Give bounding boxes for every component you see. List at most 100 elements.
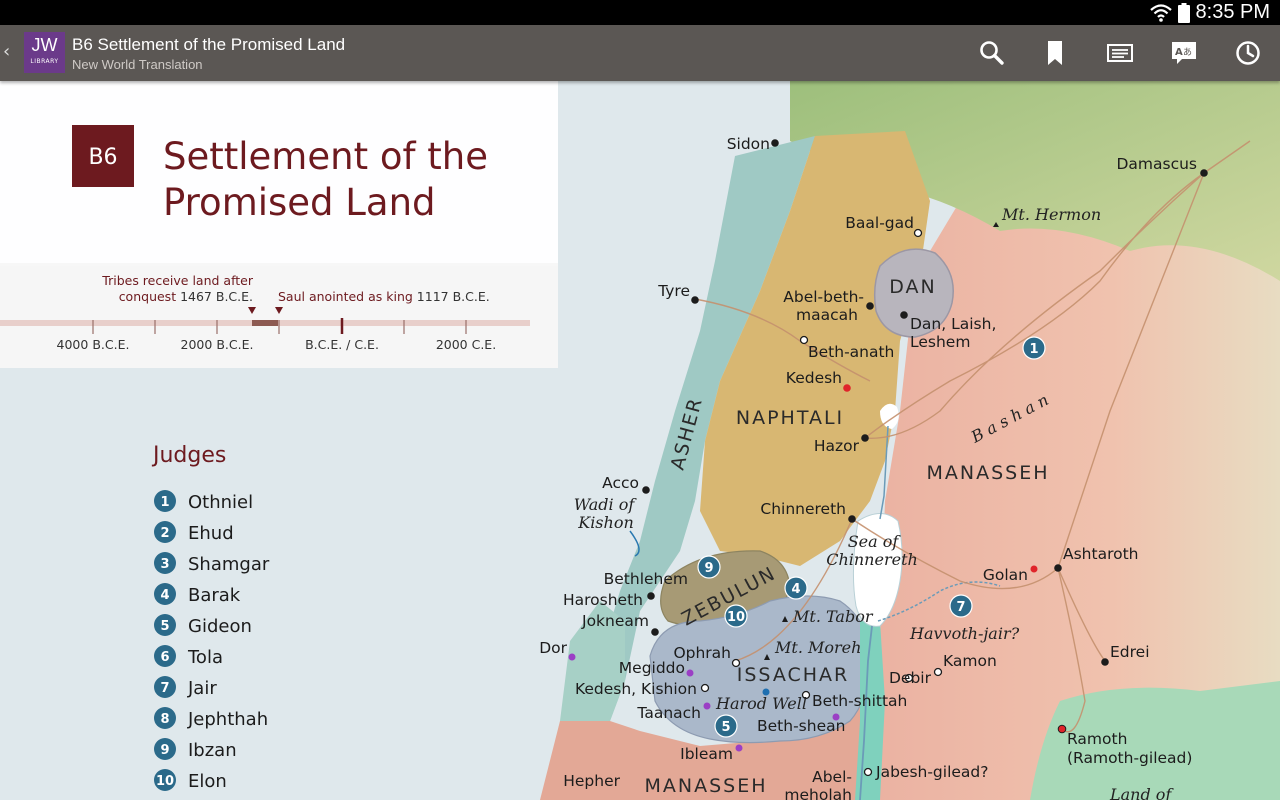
place-beth-shittah: Beth-shittah: [812, 692, 907, 710]
timeline-panel: [0, 263, 558, 368]
timeline-period: [252, 320, 278, 326]
place-edrei: Edrei: [1110, 643, 1150, 661]
judge-name: Othniel: [188, 492, 253, 513]
place-debir: Debir: [889, 669, 932, 687]
search-icon[interactable]: [978, 39, 1006, 67]
place-jokneam: Jokneam: [581, 612, 649, 630]
judge-number: 10: [156, 774, 174, 789]
history-icon[interactable]: [1234, 39, 1262, 67]
place-abel-meholah-1: Abel-: [812, 768, 852, 786]
svg-text:7: 7: [956, 600, 965, 615]
svg-text:あ: あ: [1183, 47, 1192, 58]
judge-name: Ehud: [188, 523, 234, 544]
timeline-event2: Saul anointed as king 1117 B.C.E.: [278, 289, 490, 304]
place-sea-of-chinnereth-2: Chinnereth: [826, 550, 918, 569]
battery-icon: [1177, 2, 1190, 23]
map-title-line1: Settlement of the: [163, 135, 488, 178]
svg-text:A: A: [1175, 47, 1183, 58]
place-abel-meholah-2: meholah: [784, 786, 852, 800]
map-canvas[interactable]: B6 Settlement of the Promised Land Tribe…: [0, 81, 1280, 800]
judge-name: Tola: [187, 647, 223, 668]
judge-number: 1: [160, 495, 169, 510]
judge-name: Gideon: [188, 616, 252, 637]
judge-marker-9[interactable]: 9: [697, 555, 721, 579]
judge-number: 3: [160, 557, 169, 572]
action-bar: ‹ JW LIBRARY B6 Settlement of the Promis…: [0, 25, 1280, 81]
place-beth-anath: Beth-anath: [808, 343, 894, 361]
timeline-event1-line2: conquest 1467 B.C.E.: [119, 289, 253, 304]
judge-row: 4 Barak: [154, 583, 241, 606]
place-ramoth-1: Ramoth: [1067, 730, 1127, 748]
judge-row: 5 Gideon: [154, 614, 252, 637]
timeline-year-1: 4000 B.C.E.: [57, 337, 130, 352]
timeline-year-2: 2000 B.C.E.: [181, 337, 254, 352]
judge-name: Jephthah: [187, 709, 268, 730]
place-abel-beth-maacah-1: Abel-beth-: [783, 288, 864, 306]
place-mt-moreh: Mt. Moreh: [774, 638, 861, 657]
tribe-manasseh-east: MANASSEH: [926, 462, 1049, 484]
tribe-issachar: ISSACHAR: [737, 664, 850, 686]
place-hepher: Hepher: [563, 772, 620, 790]
judge-name: Ibzan: [188, 740, 237, 761]
svg-text:10: 10: [727, 610, 745, 625]
place-sidon: Sidon: [727, 135, 770, 153]
judge-marker-4[interactable]: 4: [784, 576, 808, 600]
display-icon[interactable]: [1106, 39, 1134, 67]
tribe-dan: DAN: [889, 276, 937, 298]
judge-row: 3 Shamgar: [154, 552, 270, 575]
place-golan: Golan: [983, 566, 1028, 584]
judge-marker-5[interactable]: 5: [714, 714, 738, 738]
place-damascus: Damascus: [1116, 155, 1197, 173]
judge-number: 5: [160, 619, 169, 634]
place-wadi-kishon-1: Wadi of: [574, 495, 638, 514]
place-chinnereth: Chinnereth: [760, 500, 846, 518]
place-dan-laish-1: Dan, Laish,: [910, 315, 996, 333]
bookmark-icon[interactable]: [1041, 39, 1069, 67]
place-havvoth-jair: Havvoth-jair?: [909, 624, 1020, 643]
timeline-year-3: B.C.E. / C.E.: [305, 337, 379, 352]
judges-heading: Judges: [151, 443, 226, 468]
place-land-of: Land of: [1109, 785, 1174, 800]
judge-row: 9 Ibzan: [154, 738, 237, 761]
judge-row: 1 Othniel: [154, 490, 253, 513]
logo-text: JW: [31, 35, 58, 55]
place-tyre: Tyre: [657, 282, 690, 300]
place-ramoth-2: (Ramoth-gilead): [1067, 749, 1192, 767]
judge-marker-7[interactable]: 7: [949, 594, 973, 618]
place-acco: Acco: [602, 474, 639, 492]
place-abel-beth-maacah-2: maacah: [796, 306, 858, 324]
judge-name: Jair: [187, 678, 217, 699]
place-mt-tabor: Mt. Tabor: [792, 607, 874, 626]
place-bethlehem: Bethlehem: [604, 570, 688, 588]
timeline-year-4: 2000 C.E.: [436, 337, 496, 352]
svg-text:5: 5: [721, 720, 730, 735]
judge-marker-1[interactable]: 1: [1022, 336, 1046, 360]
judge-row: 10 Elon: [154, 769, 227, 792]
jw-library-logo[interactable]: JW LIBRARY: [24, 32, 65, 73]
judge-number: 2: [160, 526, 169, 541]
map-code-text: B6: [88, 145, 117, 170]
wifi-icon: [1149, 3, 1172, 22]
place-wadi-kishon-2: Kishon: [577, 513, 634, 532]
judge-number: 9: [160, 743, 169, 758]
place-mt-hermon: Mt. Hermon: [1001, 205, 1101, 224]
place-kamon: Kamon: [943, 652, 997, 670]
judge-row: 2 Ehud: [154, 521, 234, 544]
svg-text:4: 4: [791, 582, 800, 597]
place-hazor: Hazor: [814, 437, 860, 455]
place-ashtaroth: Ashtaroth: [1063, 545, 1139, 563]
svg-text:9: 9: [704, 561, 713, 576]
svg-text:1: 1: [1029, 342, 1038, 357]
judge-number: 4: [160, 588, 169, 603]
place-dan-laish-2: Leshem: [910, 333, 970, 351]
publication-title: B6 Settlement of the Promised Land: [72, 35, 346, 54]
logo-subtext: LIBRARY: [30, 58, 59, 65]
judge-name: Elon: [188, 771, 227, 792]
place-jabesh-gilead: Jabesh-gilead?: [875, 763, 989, 781]
language-icon[interactable]: A あ: [1170, 39, 1198, 67]
tribe-manasseh-west: MANASSEH: [644, 775, 767, 797]
back-chevron-icon[interactable]: ‹: [3, 41, 10, 62]
judge-marker-10[interactable]: 10: [724, 604, 748, 628]
place-sea-of-chinnereth-1: Sea of: [848, 532, 902, 551]
place-harosheth: Harosheth: [563, 591, 643, 609]
